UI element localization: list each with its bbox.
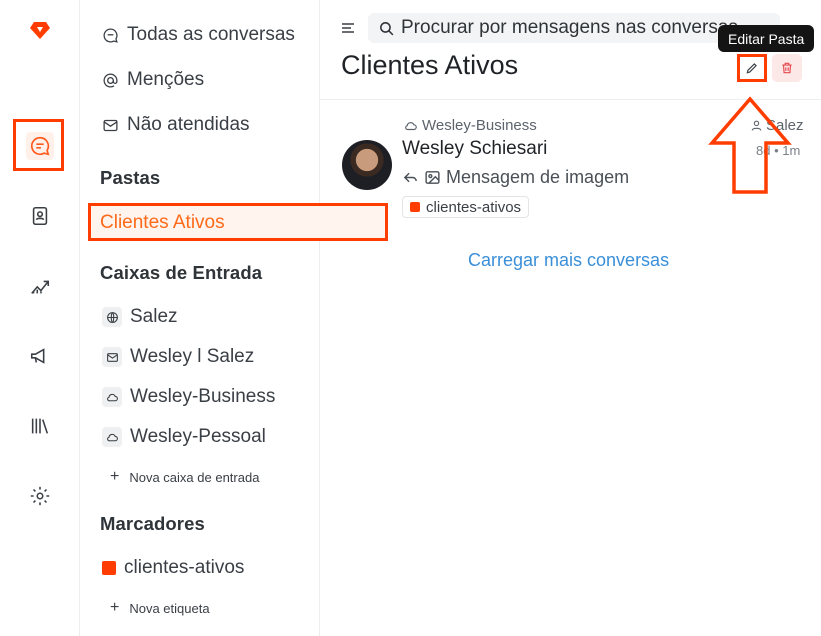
avatar xyxy=(342,140,392,190)
brand-logo-icon[interactable] xyxy=(28,18,52,42)
inbox-label: Salez xyxy=(130,306,178,327)
secondary-sidebar: Todas as conversas Menções Não atendidas… xyxy=(80,0,388,636)
sidebar-label-clientes-ativos[interactable]: clientes-ativos xyxy=(102,557,244,579)
sidebar-item-label: Todas as conversas xyxy=(127,24,295,45)
at-icon xyxy=(103,73,118,88)
delete-folder-button[interactable] xyxy=(772,54,802,82)
primary-nav-rail xyxy=(0,0,80,636)
globe-icon xyxy=(102,307,122,327)
nav-contacts-icon[interactable] xyxy=(26,202,54,230)
sidebar-item-label: Menções xyxy=(127,69,205,90)
edit-folder-button[interactable] xyxy=(737,54,767,82)
cloud-icon xyxy=(102,427,122,447)
load-more-button[interactable]: Carregar mais conversas xyxy=(468,250,669,271)
label-color-swatch xyxy=(410,202,420,212)
page-title: Clientes Ativos xyxy=(341,50,519,80)
sidebar-item-label: Não atendidas xyxy=(127,114,250,135)
new-inbox-label: Nova caixa de entrada xyxy=(129,469,260,485)
sidebar-item-unattended[interactable]: Não atendidas xyxy=(102,114,250,136)
mail-open-icon xyxy=(103,119,118,131)
nav-campaigns-icon[interactable] xyxy=(26,342,54,370)
label-color-swatch xyxy=(102,561,116,575)
folder-label: Clientes Ativos xyxy=(100,212,225,233)
conversation-inbox: Wesley-Business xyxy=(404,117,537,134)
sidebar-item-all-conversations[interactable]: Todas as conversas xyxy=(102,24,295,46)
label-name: clientes-ativos xyxy=(124,557,245,578)
annotation-arrow xyxy=(708,96,792,194)
labels-heading: Marcadores xyxy=(100,513,205,534)
trash-icon xyxy=(782,62,792,74)
new-inbox-button[interactable]: + Nova caixa de entrada xyxy=(110,468,259,486)
sidebar-inbox-wesley-pessoal[interactable]: Wesley-Pessoal xyxy=(102,426,266,448)
inbox-name: Wesley-Business xyxy=(422,117,537,134)
menu-toggle-icon[interactable] xyxy=(340,20,356,36)
message-preview: Mensagem de imagem xyxy=(402,167,629,188)
inboxes-heading: Caixas de Entrada xyxy=(100,262,263,283)
conversation-label-chip: clientes-ativos xyxy=(402,196,530,218)
new-label-button[interactable]: + Nova etiqueta xyxy=(110,599,210,617)
tooltip: Editar Pasta xyxy=(718,25,815,52)
image-icon xyxy=(425,171,440,184)
nav-settings-icon[interactable] xyxy=(26,482,54,510)
folders-heading: Pastas xyxy=(100,167,161,188)
nav-library-icon[interactable] xyxy=(26,412,54,440)
chat-bubble-icon xyxy=(103,27,118,43)
sidebar-inbox-salez[interactable]: Salez xyxy=(102,306,178,328)
preview-text: Mensagem de imagem xyxy=(446,167,630,187)
inbox-label: Wesley-Business xyxy=(130,386,276,407)
cloud-icon xyxy=(405,121,417,130)
cloud-icon xyxy=(102,387,122,407)
sidebar-inbox-wesley-salez[interactable]: Wesley l Salez xyxy=(102,346,254,368)
search-icon xyxy=(380,21,394,35)
label-chip-text: clientes-ativos xyxy=(426,198,522,216)
pencil-icon xyxy=(746,63,757,74)
plus-icon: + xyxy=(110,468,120,485)
inbox-label: Wesley l Salez xyxy=(130,346,255,367)
sidebar-inbox-wesley-business[interactable]: Wesley-Business xyxy=(102,386,275,408)
highlight-box-conversations xyxy=(13,119,64,171)
nav-reports-icon[interactable] xyxy=(26,272,54,300)
plus-icon: + xyxy=(110,599,120,616)
new-label-label: Nova etiqueta xyxy=(129,600,210,616)
sidebar-item-mentions[interactable]: Menções xyxy=(102,69,204,91)
inbox-label: Wesley-Pessoal xyxy=(130,426,266,447)
conversation-list-panel: Clientes Ativos Editar Pasta Wesley-Busi… xyxy=(320,0,821,636)
mail-icon xyxy=(102,347,122,367)
contact-name: Wesley Schiesari xyxy=(402,138,548,159)
reply-icon xyxy=(403,172,417,183)
